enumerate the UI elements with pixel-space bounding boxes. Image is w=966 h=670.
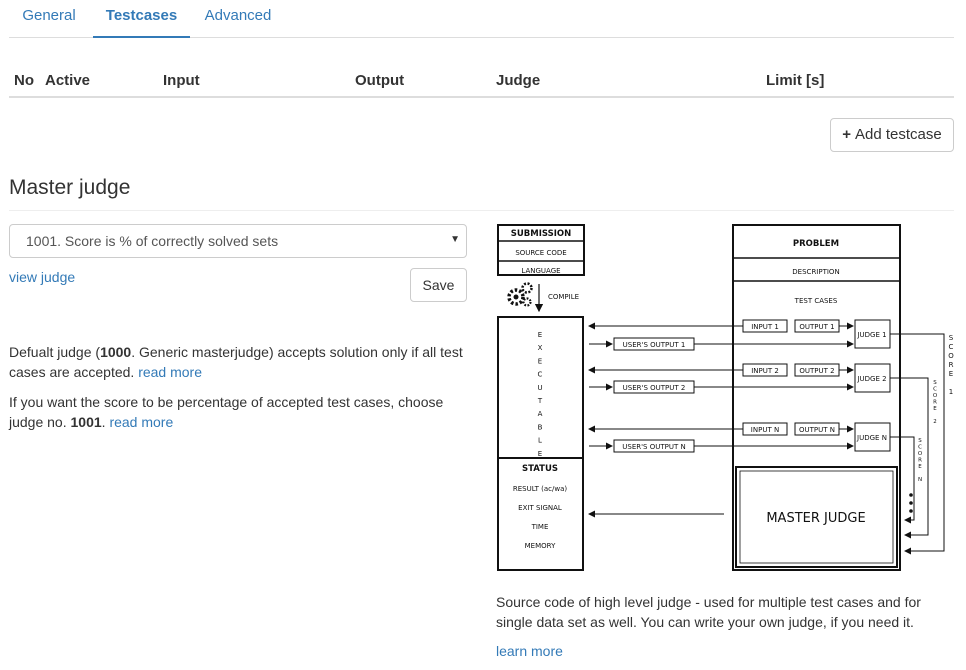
divider <box>9 210 954 211</box>
exe-letters-letter: E <box>538 450 542 458</box>
user-output1-label: USER'S OUTPUT 1 <box>623 341 686 349</box>
exit-signal-label: EXIT SIGNAL <box>518 504 562 512</box>
scoren-label: SCORE N <box>918 438 923 483</box>
ellipsis-dot <box>909 493 913 497</box>
score2-letter: C <box>933 387 937 393</box>
exe-letters-letter: C <box>538 371 543 379</box>
judgen-label: JUDGE N <box>856 434 887 442</box>
judge2-label: JUDGE 2 <box>856 375 886 383</box>
exe-letters-letter: E <box>538 331 542 339</box>
description-label: DESCRIPTION <box>792 268 839 276</box>
col-judge: Judge <box>496 72 541 89</box>
add-testcase-label: Add testcase <box>855 126 942 143</box>
ellipsis-dot <box>909 509 913 513</box>
col-limit: Limit [s] <box>766 72 825 89</box>
master-judge-select[interactable]: 1001. Score is % of correctly solved set… <box>9 224 467 258</box>
col-output: Output <box>355 72 405 89</box>
user-outputn-label: USER'S OUTPUT N <box>622 443 685 451</box>
exe-letters-letter: E <box>538 357 542 365</box>
add-testcase-button[interactable]: + Add testcase <box>830 118 954 152</box>
scoren-letter: C <box>918 445 922 451</box>
exe-letters-letter: U <box>537 384 542 392</box>
col-no: No <box>14 72 34 89</box>
score2-letter: E <box>933 406 937 412</box>
col-input: Input <box>163 72 200 89</box>
caret-down-icon: ▼ <box>450 234 460 245</box>
score2-letter: R <box>933 400 937 406</box>
testcases-table-header: No Active Input Output Judge Limit [s] <box>9 66 954 98</box>
save-button[interactable]: Save <box>410 268 467 302</box>
inputn-label: INPUT N <box>751 426 779 434</box>
submission-label: SUBMISSION <box>511 229 572 239</box>
scoren-letter: N <box>918 477 922 483</box>
exe-letters-letter: B <box>538 423 543 431</box>
score1-label: SCORE 1 <box>948 334 954 396</box>
problem-label: PROBLEM <box>793 239 839 249</box>
outputn-label: OUTPUT N <box>799 426 835 434</box>
scoren-letter: O <box>918 451 923 457</box>
master-judge-selected: 1001. Score is % of correctly solved set… <box>26 233 279 249</box>
score2-letter: 2 <box>933 419 937 425</box>
plus-icon: + <box>842 126 852 143</box>
score1-letter: R <box>949 361 954 369</box>
score2-letter: O <box>933 393 938 399</box>
exe-letters-letter: T <box>537 397 543 405</box>
col-active: Active <box>45 72 91 89</box>
result-label: RESULT (ac/wa) <box>513 485 568 493</box>
scoren-letter: E <box>918 464 922 470</box>
test-cases-label: TEST CASES <box>794 297 838 305</box>
percentage-judge-description: If you want the score to be percentage o… <box>9 394 444 430</box>
input2-label: INPUT 2 <box>751 367 779 375</box>
score1-letter: 1 <box>949 388 953 396</box>
score2-letter: S <box>933 380 937 386</box>
exe-letters-letter: X <box>538 344 543 352</box>
tab-general[interactable]: General <box>15 0 83 38</box>
master-judge-title: Master judge <box>9 176 131 199</box>
default-judge-description: Defualt judge (1000. Generic masterjudge… <box>9 344 463 380</box>
input1-label: INPUT 1 <box>751 323 779 331</box>
ellipsis-dot <box>909 501 913 505</box>
score1-letter: C <box>949 343 954 351</box>
judge1-label: JUDGE 1 <box>856 331 886 339</box>
learn-more-link[interactable]: learn more <box>496 643 563 659</box>
tab-advanced[interactable]: Advanced <box>199 0 277 38</box>
output2-label: OUTPUT 2 <box>799 367 834 375</box>
score1-letter: S <box>949 334 954 342</box>
memory-label: MEMORY <box>525 542 556 550</box>
view-judge-link[interactable]: view judge <box>9 269 75 285</box>
read-more-link[interactable]: read more <box>109 414 173 430</box>
source-code-label: SOURCE CODE <box>515 249 566 257</box>
gears-icon <box>507 282 533 307</box>
score1-letter: E <box>949 370 953 378</box>
master-judge-caption: Source code of high level judge - used f… <box>496 594 921 630</box>
time-label: TIME <box>531 523 549 531</box>
scoren-letter: R <box>918 458 922 464</box>
tab-testcases[interactable]: Testcases <box>93 0 190 38</box>
read-more-link[interactable]: read more <box>138 364 202 380</box>
scoren-letter: S <box>918 438 922 444</box>
exe-letters-letter: A <box>538 410 543 418</box>
score2-label: SCORE 2 <box>933 380 938 425</box>
user-output2-label: USER'S OUTPUT 2 <box>623 384 686 392</box>
tab-bar: General Testcases Advanced <box>9 0 954 38</box>
judge-flow-diagram: SUBMISSION SOURCE CODE LANGUAGE COMPILE … <box>497 224 954 571</box>
score1-letter: O <box>948 352 954 360</box>
output1-label: OUTPUT 1 <box>799 323 834 331</box>
master-judge-label: MASTER JUDGE <box>766 511 865 526</box>
exe-letters-letter: L <box>538 437 542 445</box>
language-label: LANGUAGE <box>521 267 560 275</box>
status-label: STATUS <box>522 464 558 474</box>
compile-label: COMPILE <box>548 293 579 301</box>
